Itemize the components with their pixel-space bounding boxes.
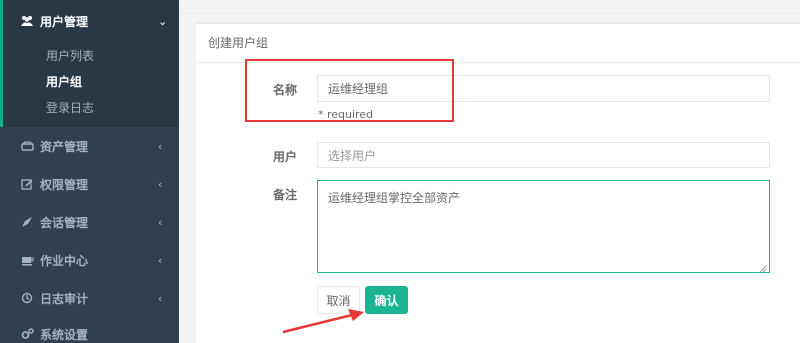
resize-handle-icon[interactable] (759, 262, 767, 273)
sidebar-item-audit-logs[interactable]: 日志审计 ‹ (0, 279, 179, 317)
chevron-left-icon: ‹ (158, 215, 163, 229)
chevron-left-icon: ‹ (158, 139, 163, 153)
comment-textarea-value: 运维经理组掌控全部资产 (328, 191, 461, 205)
sidebar-item-label: 用户管理 (40, 14, 89, 29)
sidebar-item-assets[interactable]: 资产管理 ‹ (0, 127, 179, 165)
sidebar-item-label: 会话管理 (40, 215, 89, 230)
users-select[interactable]: 选择用户 (317, 142, 770, 168)
sidebar-item-label: 系统设置 (40, 327, 89, 342)
sidebar-item-system-settings[interactable]: 系统设置 (0, 315, 179, 343)
sidebar-item-jobs[interactable]: 作业中心 ‹ (0, 241, 179, 279)
chevron-left-icon: ‹ (158, 177, 163, 191)
sidebar-item-permissions[interactable]: 权限管理 ‹ (0, 165, 179, 203)
annotation-arrow-icon (282, 309, 364, 334)
sidebar-item-label: 日志审计 (40, 291, 89, 306)
rocket-icon (20, 215, 34, 229)
cogs-icon (20, 327, 34, 341)
sidebar-item-label: 作业中心 (40, 253, 89, 268)
annotation-highlight-box (245, 59, 454, 122)
confirm-button[interactable]: 确认 (365, 286, 408, 314)
history-icon (20, 291, 34, 305)
edit-icon (20, 177, 34, 191)
users-icon (20, 14, 34, 28)
panel-title: 创建用户组 (208, 36, 269, 50)
comment-label: 备注 (273, 188, 298, 202)
sidebar-subitem-user-list[interactable]: 用户列表 (46, 47, 94, 64)
confirm-button-label: 确认 (374, 293, 399, 308)
chevron-left-icon: ‹ (158, 253, 163, 267)
users-select-placeholder: 选择用户 (328, 148, 377, 163)
sidebar: 用户管理 ⌄ 用户列表 用户组 登录日志 资产管理 ‹ 权限管理 ‹ 会话管理 … (0, 0, 179, 343)
sidebar-subitem-login-log[interactable]: 登录日志 (46, 99, 94, 116)
hdd-icon (20, 139, 34, 153)
sidebar-item-user-management[interactable]: 用户管理 ⌄ (0, 2, 179, 40)
top-bar (179, 0, 800, 14)
chevron-left-icon: ‹ (158, 291, 163, 305)
sidebar-item-label: 资产管理 (40, 139, 89, 154)
comment-textarea[interactable]: 运维经理组掌控全部资产 (317, 180, 770, 273)
coffee-icon (20, 253, 34, 267)
sidebar-item-label: 权限管理 (40, 177, 89, 192)
chevron-down-icon: ⌄ (158, 14, 168, 28)
sidebar-subitem-user-group[interactable]: 用户组 (46, 73, 82, 90)
sidebar-item-sessions[interactable]: 会话管理 ‹ (0, 203, 179, 241)
users-label: 用户 (273, 150, 298, 164)
